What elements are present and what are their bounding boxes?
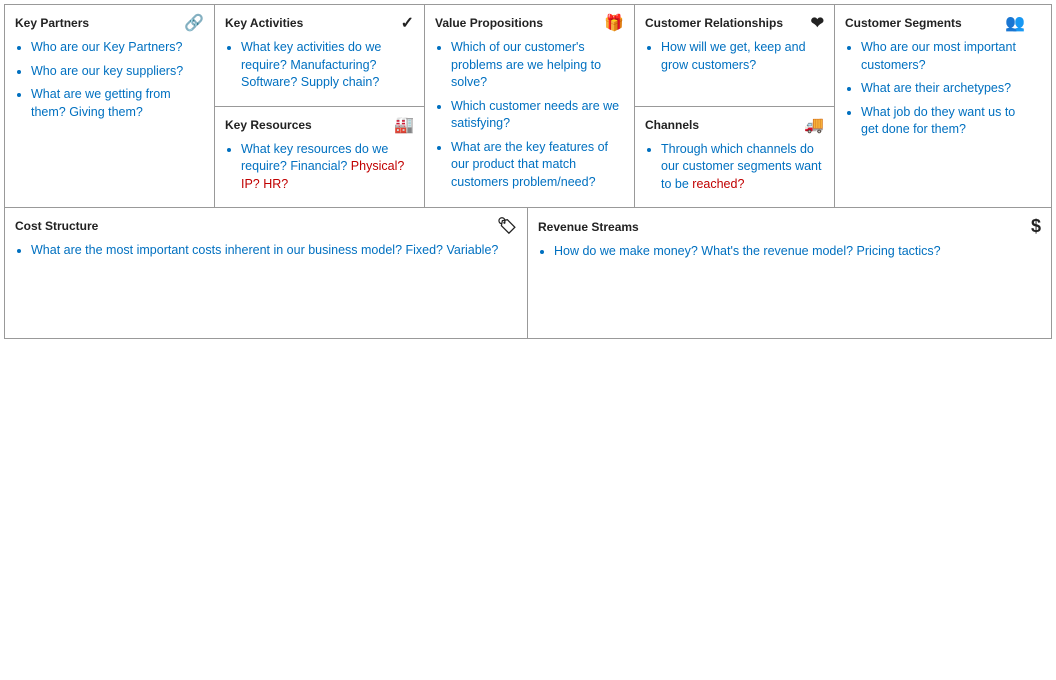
business-model-canvas: Key Partners 🔗 Who are our Key Partners?… [4,4,1052,339]
customer-relationships-icon: ❤ [811,13,824,33]
list-item: What are the most important costs inhere… [31,242,517,260]
key-partners-item-2: Who are our key suppliers? [31,64,183,78]
customer-relationships-label: Customer Relationships [645,16,783,30]
key-resources-icon: 🏭 [394,115,414,135]
list-item: What are the key features of our product… [451,139,624,192]
revenue-streams-label: Revenue Streams [538,220,639,234]
key-partners-list: Who are our Key Partners? Who are our ke… [15,39,204,121]
list-item: Which of our customer's problems are we … [451,39,624,92]
key-activities-title: Key Activities ✓ [225,13,414,33]
key-activities-label: Key Activities [225,16,303,30]
key-resources-title: Key Resources 🏭 [225,115,414,135]
channels-list: Through which channels do our customer s… [645,141,824,194]
list-item: Who are our key suppliers? [31,63,204,81]
cost-structure-title: Cost Structure 🏷 [15,216,517,236]
revenue-streams-list: How do we make money? What's the revenue… [538,243,1041,261]
cost-structure-list: What are the most important costs inhere… [15,242,517,260]
customer-relationships-title: Customer Relationships ❤ [645,13,824,33]
cost-item-1: What are the most important costs inhere… [31,243,498,257]
cost-structure-label: Cost Structure [15,219,98,233]
key-activities-item-1: What key activities do we require? Manuf… [241,40,381,89]
cs-item-3: What job do they want us to get done for… [861,105,1015,137]
key-partners-cell: Key Partners 🔗 Who are our Key Partners?… [5,5,215,207]
cs-item-2: What are their archetypes? [861,81,1011,95]
value-propositions-label: Value Propositions [435,16,543,30]
revenue-item-1: How do we make money? What's the revenue… [554,244,941,258]
value-propositions-icon: 🎁 [604,13,624,33]
customer-segments-title: Customer Segments 👥 [845,13,1025,33]
key-activities-cell: Key Activities ✓ What key activities do … [215,5,424,107]
key-resources-list: What key resources do we require? Financ… [225,141,414,194]
value-propositions-title: Value Propositions 🎁 [435,13,624,33]
customer-relationships-cell: Customer Relationships ❤ How will we get… [635,5,834,107]
value-propositions-cell: Value Propositions 🎁 Which of our custom… [425,5,635,207]
list-item: Who are our most important customers? [861,39,1025,74]
list-item: How will we get, keep and grow customers… [661,39,824,74]
customer-segments-icon: 👥 [1005,13,1025,33]
revenue-streams-icon: $ [1031,216,1041,237]
cr-channels-column: Customer Relationships ❤ How will we get… [635,5,835,207]
list-item: Through which channels do our customer s… [661,141,824,194]
list-item: Which customer needs are we satisfying? [451,98,624,133]
list-item: What are we getting from them? Giving th… [31,86,204,121]
key-resources-label: Key Resources [225,118,312,132]
revenue-streams-title: Revenue Streams $ [538,216,1041,237]
key-partners-item-3: What are we getting from them? Giving th… [31,87,171,119]
key-activities-icon: ✓ [401,13,414,33]
key-partners-title: Key Partners 🔗 [15,13,204,33]
activities-resources-column: Key Activities ✓ What key activities do … [215,5,425,207]
revenue-streams-cell: Revenue Streams $ How do we make money? … [528,208,1051,338]
cr-item-1: How will we get, keep and grow customers… [661,40,806,72]
customer-segments-label: Customer Segments [845,16,962,30]
value-propositions-list: Which of our customer's problems are we … [435,39,624,191]
customer-relationships-list: How will we get, keep and grow customers… [645,39,824,74]
customer-segments-cell: Customer Segments 👥 Who are our most imp… [835,5,1035,207]
list-item: What job do they want us to get done for… [861,104,1025,139]
key-partners-item-1: Who are our Key Partners? [31,40,182,54]
list-item: How do we make money? What's the revenue… [554,243,1041,261]
vp-item-1: Which of our customer's problems are we … [451,40,601,89]
list-item: What key resources do we require? Financ… [241,141,414,194]
channels-item-1b: reached? [692,177,744,191]
cs-item-1: Who are our most important customers? [861,40,1016,72]
cost-structure-icon: 🏷 [497,216,517,236]
key-resources-cell: Key Resources 🏭 What key resources do we… [215,107,424,208]
vp-item-3: What are the key features of our product… [451,140,608,189]
channels-cell: Channels 🚚 Through which channels do our… [635,107,834,208]
channels-icon: 🚚 [804,115,824,135]
customer-segments-list: Who are our most important customers? Wh… [845,39,1025,139]
channels-title: Channels 🚚 [645,115,824,135]
list-item: What are their archetypes? [861,80,1025,98]
list-item: What key activities do we require? Manuf… [241,39,414,92]
channels-label: Channels [645,118,699,132]
key-partners-label: Key Partners [15,16,89,30]
cost-structure-cell: Cost Structure 🏷 What are the most impor… [5,208,528,338]
key-activities-list: What key activities do we require? Manuf… [225,39,414,92]
list-item: Who are our Key Partners? [31,39,204,57]
key-partners-icon: 🔗 [184,13,204,33]
vp-item-2: Which customer needs are we satisfying? [451,99,619,131]
